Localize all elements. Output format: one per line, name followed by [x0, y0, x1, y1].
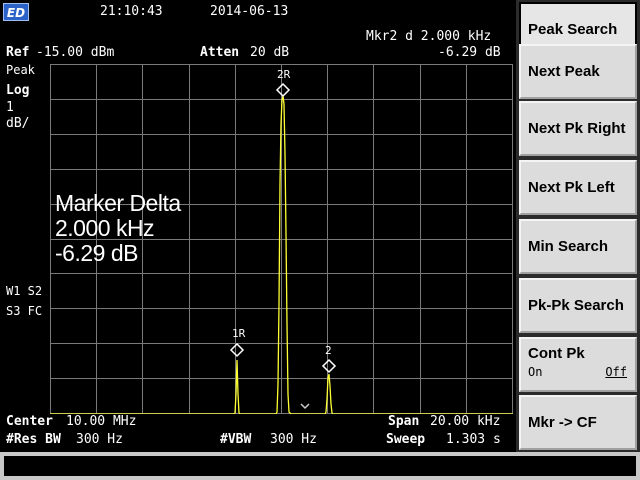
- next-peak-softkey[interactable]: Next Peak: [519, 44, 637, 99]
- message-area: [4, 456, 636, 476]
- clock-time: 21:10:43: [100, 4, 163, 19]
- atten-value: 20 dB: [250, 45, 290, 60]
- pk-pk-search-softkey[interactable]: Pk-Pk Search: [519, 278, 637, 333]
- scale-unit: dB/: [6, 116, 30, 131]
- clock-date: 2014-06-13: [210, 4, 289, 19]
- ref-value: -15.00 dBm: [36, 45, 115, 60]
- trace-state-line2: S3 FC: [6, 304, 43, 318]
- marker-readout: Mkr2 d 2.000 kHz: [366, 29, 492, 44]
- scale-type-label: Log: [6, 83, 30, 98]
- marker-delta-frequency: 2.000 kHz: [55, 215, 155, 241]
- scale-value: 1: [6, 100, 14, 115]
- cont-pk-label: Cont Pk: [528, 345, 585, 362]
- span-label: Span: [388, 414, 420, 429]
- vbw-label: #VBW: [220, 432, 252, 447]
- marker-1r-label: 1R: [232, 327, 246, 340]
- mkr-to-cf-softkey[interactable]: Mkr -> CF: [519, 395, 637, 450]
- rbw-value: 300 Hz: [76, 432, 123, 447]
- next-pk-left-softkey[interactable]: Next Pk Left: [519, 160, 637, 215]
- marker-delta-amplitude-large: -6.29 dB: [55, 240, 138, 266]
- rbw-label: #Res BW: [6, 432, 61, 447]
- marker-2r-diamond: [275, 82, 291, 98]
- center-freq-marker: [300, 403, 310, 410]
- marker-2r-label: 2R: [277, 68, 291, 81]
- span-value: 20.00 kHz: [430, 414, 501, 429]
- ref-label: Ref: [6, 45, 30, 60]
- atten-label: Atten: [200, 45, 240, 60]
- marker-2-diamond: [321, 358, 337, 374]
- marker-1r-diamond: [229, 342, 245, 358]
- sweep-label: Sweep: [386, 432, 426, 447]
- vbw-value: 300 Hz: [270, 432, 317, 447]
- marker-delta-amplitude: -6.29 dB: [438, 45, 501, 60]
- cont-pk-off: Off: [605, 365, 627, 379]
- center-label: Center: [6, 414, 53, 429]
- center-value: 10.00 MHz: [66, 414, 137, 429]
- sweep-value: 1.303 s: [446, 432, 501, 447]
- next-pk-right-softkey[interactable]: Next Pk Right: [519, 101, 637, 156]
- brand-logo: ED: [3, 3, 29, 21]
- cont-pk-on: On: [528, 365, 543, 379]
- cont-pk-toggle: On Off: [528, 365, 635, 379]
- marker-2-label: 2: [325, 344, 332, 357]
- detector-label: Peak: [6, 63, 35, 77]
- marker-delta-title: Marker Delta: [55, 190, 181, 216]
- cont-pk-softkey[interactable]: Cont Pk On Off: [519, 337, 637, 392]
- trace-state-line1: W1 S2: [6, 284, 43, 298]
- min-search-softkey[interactable]: Min Search: [519, 219, 637, 274]
